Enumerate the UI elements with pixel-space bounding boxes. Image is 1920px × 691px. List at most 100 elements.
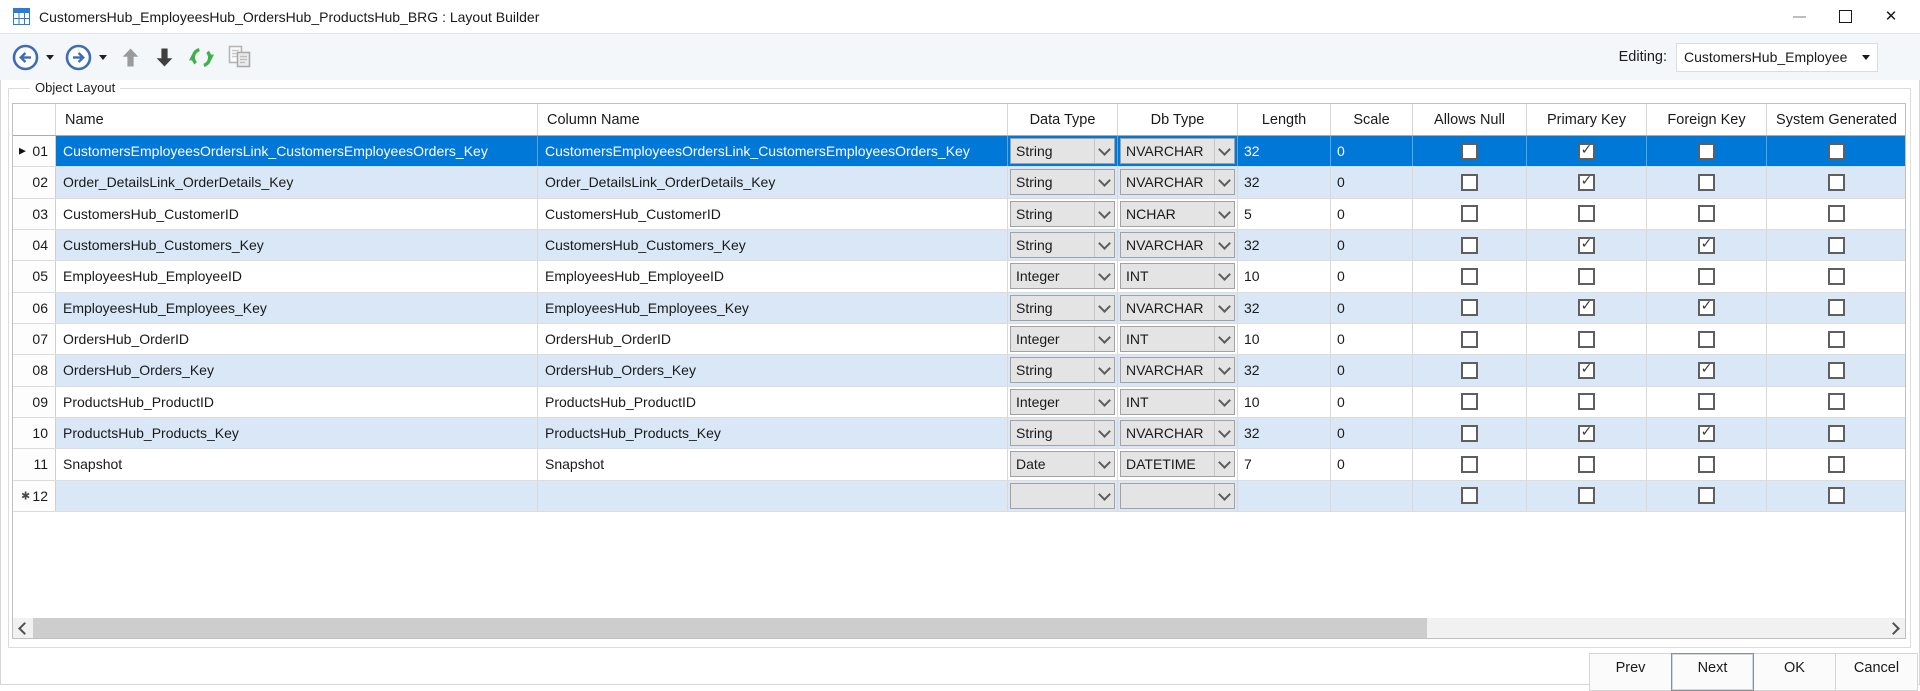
db-type-combobox[interactable]: NVARCHAR <box>1120 169 1235 195</box>
primary-key-checkbox[interactable] <box>1578 174 1595 191</box>
system-generated-checkbox[interactable] <box>1828 299 1845 316</box>
length-cell[interactable]: 32 <box>1238 418 1331 448</box>
data-type-combobox[interactable]: String <box>1010 232 1115 258</box>
length-cell[interactable]: 10 <box>1238 387 1331 417</box>
allows-null-checkbox[interactable] <box>1461 456 1478 473</box>
scrollbar-thumb[interactable] <box>33 618 1427 638</box>
length-cell[interactable]: 32 <box>1238 167 1331 197</box>
db-type-combobox[interactable]: DATETIME <box>1120 451 1235 477</box>
system-generated-checkbox[interactable] <box>1828 487 1845 504</box>
data-type-combobox[interactable]: String <box>1010 357 1115 383</box>
editing-combobox[interactable]: CustomersHub_Employee <box>1676 43 1878 72</box>
scale-cell[interactable]: 0 <box>1331 293 1413 323</box>
primary-key-checkbox[interactable] <box>1578 487 1595 504</box>
db-type-combobox[interactable]: NVARCHAR <box>1120 357 1235 383</box>
system-generated-checkbox[interactable] <box>1828 268 1845 285</box>
allows-null-checkbox[interactable] <box>1461 299 1478 316</box>
data-type-combobox[interactable] <box>1010 483 1115 509</box>
column-name-cell[interactable]: EmployeesHub_EmployeeID <box>538 261 1008 291</box>
foreign-key-checkbox[interactable] <box>1698 362 1715 379</box>
primary-key-checkbox[interactable] <box>1578 425 1595 442</box>
column-name-cell[interactable]: OrdersHub_Orders_Key <box>538 355 1008 385</box>
db-type-combobox[interactable] <box>1120 483 1235 509</box>
system-generated-checkbox[interactable] <box>1828 331 1845 348</box>
foreign-key-checkbox[interactable] <box>1698 331 1715 348</box>
primary-key-checkbox[interactable] <box>1578 205 1595 222</box>
row-header[interactable]: 04 <box>13 230 56 260</box>
next-button[interactable]: Next <box>1671 653 1754 691</box>
scale-cell[interactable]: 0 <box>1331 167 1413 197</box>
column-header-name[interactable]: Name <box>56 104 538 135</box>
data-type-combobox[interactable]: String <box>1010 138 1115 164</box>
name-cell[interactable]: OrdersHub_Orders_Key <box>56 355 538 385</box>
foreign-key-checkbox[interactable] <box>1698 268 1715 285</box>
system-generated-checkbox[interactable] <box>1828 237 1845 254</box>
name-cell[interactable]: CustomersHub_Customers_Key <box>56 230 538 260</box>
allows-null-checkbox[interactable] <box>1461 174 1478 191</box>
length-cell[interactable]: 32 <box>1238 230 1331 260</box>
row-header[interactable]: 08 <box>13 355 56 385</box>
primary-key-checkbox[interactable] <box>1578 299 1595 316</box>
column-header-column-name[interactable]: Column Name <box>538 104 1008 135</box>
name-cell[interactable]: CustomersEmployeesOrdersLink_CustomersEm… <box>56 136 538 166</box>
minimize-button[interactable] <box>1776 0 1822 33</box>
row-header[interactable]: 10 <box>13 418 56 448</box>
scale-cell[interactable]: 0 <box>1331 261 1413 291</box>
prev-button[interactable]: Prev <box>1589 653 1672 691</box>
db-type-combobox[interactable]: NVARCHAR <box>1120 420 1235 446</box>
name-cell[interactable]: CustomersHub_CustomerID <box>56 199 538 229</box>
column-name-cell[interactable]: Order_DetailsLink_OrderDetails_Key <box>538 167 1008 197</box>
allows-null-checkbox[interactable] <box>1461 268 1478 285</box>
system-generated-checkbox[interactable] <box>1828 393 1845 410</box>
system-generated-checkbox[interactable] <box>1828 143 1845 160</box>
column-name-cell[interactable]: EmployeesHub_Employees_Key <box>538 293 1008 323</box>
column-header-system-generated[interactable]: System Generated <box>1767 104 1906 135</box>
data-type-combobox[interactable]: String <box>1010 169 1115 195</box>
ok-button[interactable]: OK <box>1753 653 1836 691</box>
move-up-button[interactable] <box>121 47 140 68</box>
scale-cell[interactable] <box>1331 481 1413 511</box>
data-type-combobox[interactable]: Integer <box>1010 326 1115 352</box>
scale-cell[interactable]: 0 <box>1331 324 1413 354</box>
copy-layout-button[interactable] <box>227 45 252 69</box>
primary-key-checkbox[interactable] <box>1578 393 1595 410</box>
db-type-combobox[interactable]: NVARCHAR <box>1120 138 1235 164</box>
column-name-cell[interactable]: ProductsHub_Products_Key <box>538 418 1008 448</box>
row-header[interactable]: ▶01 <box>13 136 56 166</box>
db-type-combobox[interactable]: INT <box>1120 326 1235 352</box>
length-cell[interactable]: 32 <box>1238 355 1331 385</box>
row-header[interactable]: 02 <box>13 167 56 197</box>
column-name-cell[interactable]: ProductsHub_ProductID <box>538 387 1008 417</box>
allows-null-checkbox[interactable] <box>1461 425 1478 442</box>
navigate-back-button[interactable] <box>12 44 39 71</box>
maximize-button[interactable] <box>1822 0 1868 33</box>
column-name-cell[interactable]: CustomersEmployeesOrdersLink_CustomersEm… <box>538 136 1008 166</box>
length-cell[interactable]: 7 <box>1238 449 1331 479</box>
allows-null-checkbox[interactable] <box>1461 393 1478 410</box>
scale-cell[interactable]: 0 <box>1331 387 1413 417</box>
cancel-button[interactable]: Cancel <box>1835 653 1918 691</box>
scale-cell[interactable]: 0 <box>1331 418 1413 448</box>
close-button[interactable]: ✕ <box>1868 0 1914 33</box>
primary-key-checkbox[interactable] <box>1578 268 1595 285</box>
name-cell[interactable]: ProductsHub_Products_Key <box>56 418 538 448</box>
name-cell[interactable]: Snapshot <box>56 449 538 479</box>
primary-key-checkbox[interactable] <box>1578 143 1595 160</box>
length-cell[interactable]: 10 <box>1238 324 1331 354</box>
foreign-key-checkbox[interactable] <box>1698 143 1715 160</box>
column-name-cell[interactable]: Snapshot <box>538 449 1008 479</box>
primary-key-checkbox[interactable] <box>1578 237 1595 254</box>
row-header[interactable]: 06 <box>13 293 56 323</box>
length-cell[interactable]: 32 <box>1238 293 1331 323</box>
navigate-forward-button[interactable] <box>65 44 92 71</box>
foreign-key-checkbox[interactable] <box>1698 456 1715 473</box>
column-name-cell[interactable]: CustomersHub_Customers_Key <box>538 230 1008 260</box>
scroll-right-button[interactable] <box>1885 618 1905 638</box>
row-header[interactable]: 03 <box>13 199 56 229</box>
allows-null-checkbox[interactable] <box>1461 487 1478 504</box>
refresh-button[interactable] <box>189 45 214 70</box>
foreign-key-checkbox[interactable] <box>1698 425 1715 442</box>
foreign-key-checkbox[interactable] <box>1698 174 1715 191</box>
scale-cell[interactable]: 0 <box>1331 199 1413 229</box>
column-name-cell[interactable] <box>538 481 1008 511</box>
